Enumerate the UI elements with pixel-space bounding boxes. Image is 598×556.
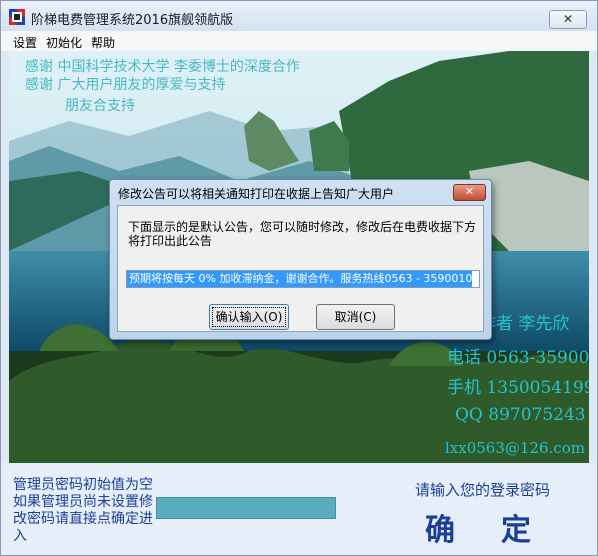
menu-help[interactable]: 帮助: [91, 34, 115, 51]
dialog-body: 下面显示的是默认公告，您可以随时修改，修改后在电费收据下方将打印出此公告 预期将…: [117, 205, 484, 332]
credit-line-1: 感谢 中国科学技术大学 李委博士的深度合作: [25, 59, 300, 75]
close-icon: ✕: [562, 12, 574, 26]
notice-input[interactable]: 预期将按每天 0% 加收滞纳金，谢谢合作。服务热线0563 - 3590010: [126, 270, 480, 288]
login-panel: 管理员密码初始值为空 如果管理员尚未设置修改密码请直接点确定进入 请输入您的登录…: [1, 463, 597, 555]
cancel-button[interactable]: 取消(C): [316, 304, 395, 330]
confirm-input-button[interactable]: 确认输入(O): [209, 304, 289, 330]
confirm-button[interactable]: 确定: [425, 505, 565, 548]
author-label: 作者 李先欣: [479, 314, 570, 334]
window-close-button[interactable]: ✕: [549, 10, 587, 29]
phone-label: 电话 0563-359001: [447, 348, 589, 368]
app-icon: [9, 9, 25, 25]
menu-settings[interactable]: 设置: [13, 34, 37, 51]
menu-bar: 设置 初始化 帮助: [1, 31, 597, 51]
window-title: 阶梯电费管理系统2016旗舰领航版: [31, 13, 234, 28]
dialog-title: 修改公告可以将相关通知打印在收据上告知广大用户: [118, 187, 395, 201]
email-label: lxx0563@126.com: [445, 439, 585, 457]
title-bar[interactable]: 阶梯电费管理系统2016旗舰领航版 ✕: [1, 1, 597, 31]
credit-line-3: 朋友合支持: [65, 98, 135, 114]
dialog-close-button[interactable]: ✕: [453, 184, 486, 201]
menu-initialize[interactable]: 初始化: [46, 34, 82, 51]
dialog-message: 下面显示的是默认公告，您可以随时修改，修改后在电费收据下方将打印出此公告: [128, 220, 477, 248]
qq-label: QQ 897075243: [455, 405, 586, 425]
password-hint: 管理员密码初始值为空 如果管理员尚未设置修改密码请直接点确定进入: [13, 477, 153, 544]
mobile-label: 手机 13500541994: [447, 378, 589, 398]
credit-line-2: 感谢 广大用户朋友的厚爱与支持: [25, 77, 226, 93]
notice-input-text: 预期将按每天 0% 加收滞纳金，谢谢合作。服务热线0563 - 3590010: [127, 271, 473, 287]
main-window: 阶梯电费管理系统2016旗舰领航版 ✕ 设置 初始化 帮助 感谢 中国科学技术大…: [0, 0, 598, 556]
login-prompt: 请输入您的登录密码: [415, 481, 551, 499]
notice-dialog: 修改公告可以将相关通知打印在收据上告知广大用户 ✕ 下面显示的是默认公告，您可以…: [109, 179, 492, 340]
password-input[interactable]: [156, 497, 336, 519]
close-icon: ✕: [464, 185, 475, 198]
